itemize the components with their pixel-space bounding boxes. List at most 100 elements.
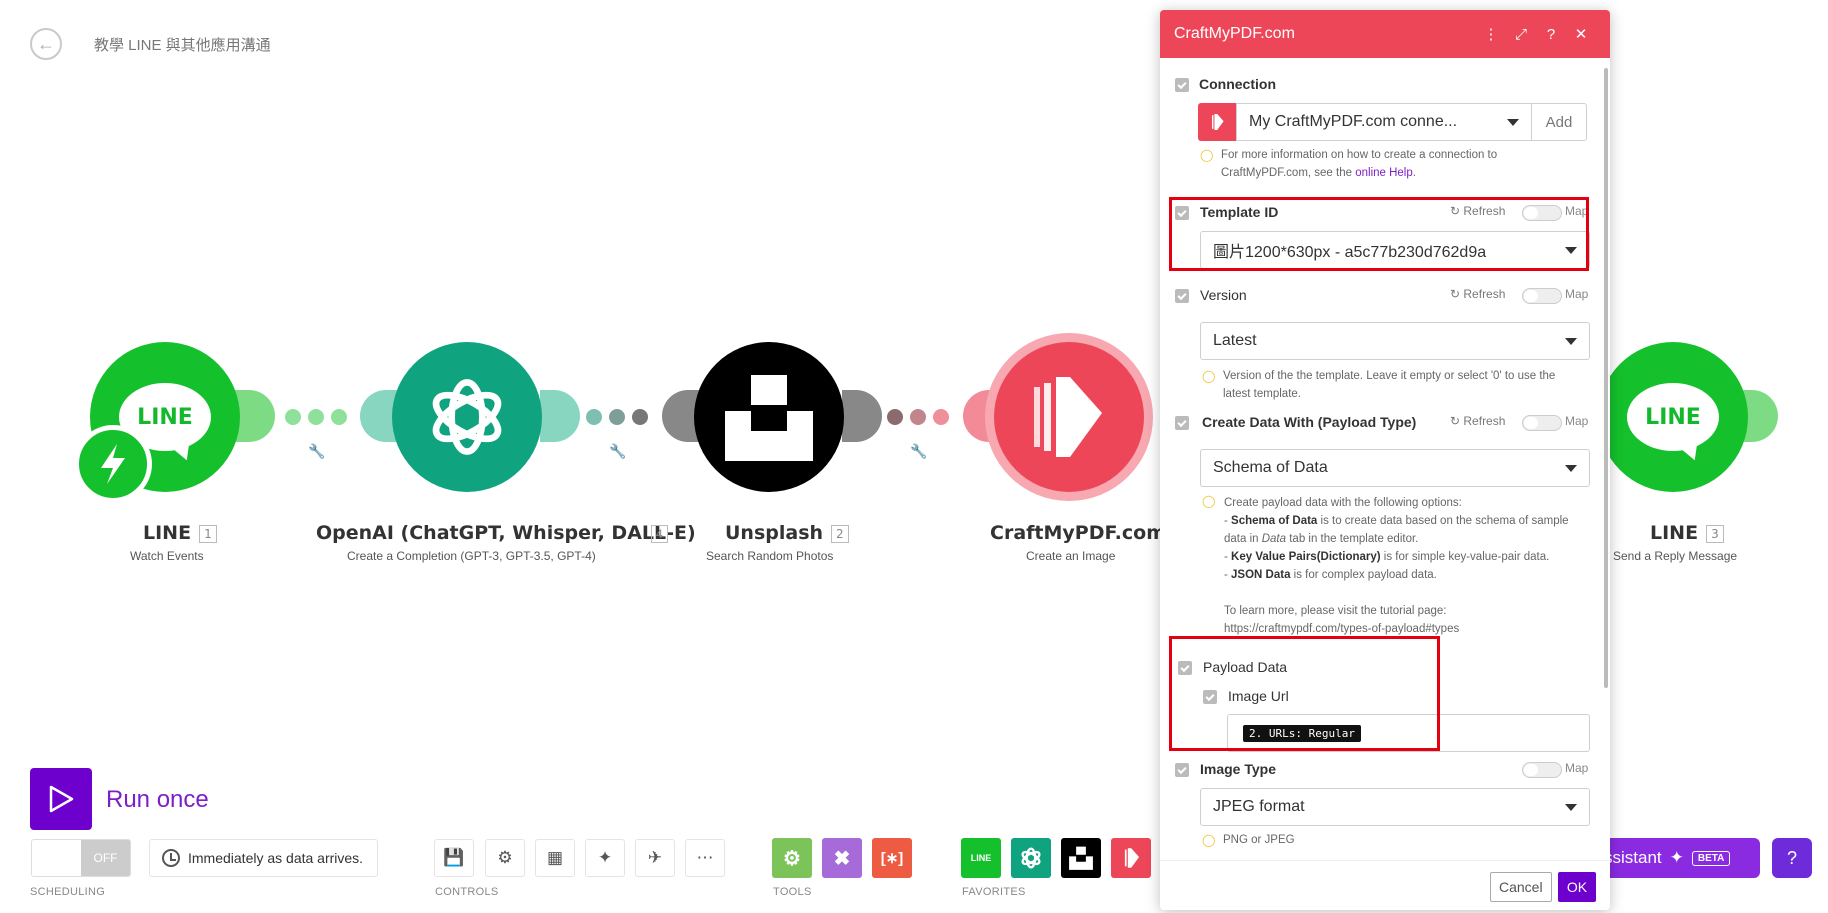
connection-hint: For more information on how to create a … xyxy=(1221,149,1498,179)
line-module-send-reply[interactable]: LINE xyxy=(1598,342,1748,492)
template-id-select[interactable]: 圖片1200*630px - a5c77b230d762d9a xyxy=(1200,231,1590,269)
module-name: LINE 3 xyxy=(1650,522,1724,544)
map-label: Map xyxy=(1565,761,1589,775)
mapped-variable-pill[interactable]: 2. URLs: Regular xyxy=(1243,725,1361,742)
favorite-openai-icon[interactable] xyxy=(1011,838,1051,878)
module-name: LINE 1 xyxy=(143,522,217,544)
json-brackets-icon[interactable]: [∗] xyxy=(872,838,912,878)
flow-control-gear-icon[interactable]: ⚙ xyxy=(772,838,812,878)
schedule-setting[interactable]: Immediately as data arrives. xyxy=(149,839,379,877)
help-icon[interactable]: ? xyxy=(1536,26,1566,43)
map-toggle[interactable] xyxy=(1522,205,1562,221)
dialog-title: CraftMyPDF.com xyxy=(1174,25,1295,42)
connector-dot xyxy=(910,409,926,425)
connector-dot xyxy=(586,409,602,425)
version-refresh-button[interactable]: ↻ Refresh xyxy=(1450,287,1505,301)
payload-type-refresh-button[interactable]: ↻ Refresh xyxy=(1450,414,1505,428)
module-subtitle: Watch Events xyxy=(130,549,204,563)
template-refresh-button[interactable]: ↻ Refresh xyxy=(1450,204,1505,218)
unsplash-logo-icon xyxy=(725,375,813,461)
map-toggle[interactable] xyxy=(1522,415,1562,431)
wrench-icon[interactable]: 🔧 xyxy=(910,443,927,460)
save-icon[interactable]: 💾 xyxy=(434,839,474,877)
close-icon[interactable]: ✕ xyxy=(1566,25,1596,43)
toggle-off-label: OFF xyxy=(81,840,130,876)
module-number: 4 xyxy=(651,525,668,543)
favorite-craftmypdf-icon[interactable] xyxy=(1111,838,1151,878)
ai-assistant-button[interactable]: ssistant ✦ BETA xyxy=(1592,838,1760,878)
unsplash-module[interactable] xyxy=(694,342,844,492)
craftmypdf-logo-icon xyxy=(1034,377,1102,457)
image-type-select[interactable]: JPEG format xyxy=(1200,788,1590,826)
chevron-down-icon xyxy=(1565,465,1577,472)
notes-icon[interactable]: ▦ xyxy=(535,839,575,877)
payload-type-hint: Create payload data with the following o… xyxy=(1224,494,1584,638)
tutorial-url[interactable]: https://craftmypdf.com/types-of-payload#… xyxy=(1224,620,1584,638)
connector-dot xyxy=(887,409,903,425)
cancel-button[interactable]: Cancel xyxy=(1490,872,1552,902)
run-once-button[interactable] xyxy=(30,768,92,830)
auto-align-wand-icon[interactable]: ✦ xyxy=(585,839,625,877)
favorite-line-icon[interactable]: LINE xyxy=(961,838,1001,878)
wrench-icon[interactable]: 🔧 xyxy=(609,443,626,460)
map-toggle[interactable] xyxy=(1522,288,1562,304)
flow-control-plane-icon[interactable]: ✈ xyxy=(635,839,675,877)
connector-dot xyxy=(609,409,625,425)
lightbulb-icon: ◯ xyxy=(1202,833,1216,847)
chevron-down-icon xyxy=(1507,119,1519,126)
connection-select[interactable]: My CraftMyPDF.com conne... xyxy=(1236,103,1532,141)
connector-dot xyxy=(308,409,324,425)
ok-button[interactable]: OK xyxy=(1558,872,1596,902)
version-select[interactable]: Latest xyxy=(1200,322,1590,360)
map-label: Map xyxy=(1565,204,1589,218)
gear-icon[interactable]: ⚙ xyxy=(485,839,525,877)
module-connector-ear xyxy=(842,390,882,442)
image-type-label: Image Type xyxy=(1200,761,1276,777)
help-chat-icon[interactable]: ? xyxy=(1772,838,1812,878)
run-once-label[interactable]: Run once xyxy=(106,786,209,814)
dialog-body: Connection My CraftMyPDF.com conne... Ad… xyxy=(1160,58,1610,860)
online-help-link[interactable]: online Help xyxy=(1355,167,1413,179)
module-subtitle: Create a Completion (GPT-3, GPT-3.5, GPT… xyxy=(347,549,596,563)
connection-label: Connection xyxy=(1199,76,1276,92)
payload-type-label: Create Data With (Payload Type) xyxy=(1202,414,1417,430)
collapse-checkbox[interactable] xyxy=(1175,289,1189,303)
payload-type-select[interactable]: Schema of Data xyxy=(1200,449,1590,487)
scrollbar[interactable] xyxy=(1604,68,1608,688)
module-connector-ear xyxy=(235,390,275,442)
tools-cross-icon[interactable]: ✖ xyxy=(822,838,862,878)
more-icon[interactable]: ⋯ xyxy=(685,839,725,877)
collapse-checkbox[interactable] xyxy=(1203,690,1217,704)
connector-dot xyxy=(632,409,648,425)
sparkle-icon: ✦ xyxy=(1669,848,1684,867)
favorite-unsplash-icon[interactable] xyxy=(1061,838,1101,878)
collapse-checkbox[interactable] xyxy=(1175,78,1189,92)
trigger-bolt-icon xyxy=(74,425,152,503)
connector-dot xyxy=(933,409,949,425)
line-logo-icon: LINE xyxy=(1627,383,1719,451)
module-settings-dialog: CraftMyPDF.com ⋮ ⤢ ? ✕ Connection My Cra… xyxy=(1160,10,1610,910)
module-name: Unsplash 2 xyxy=(725,522,849,544)
collapse-checkbox[interactable] xyxy=(1175,763,1189,777)
connector-dot xyxy=(331,409,347,425)
map-toggle[interactable] xyxy=(1522,762,1562,778)
collapse-checkbox[interactable] xyxy=(1175,206,1189,220)
collapse-checkbox[interactable] xyxy=(1178,661,1192,675)
scheduling-label: SCHEDULING xyxy=(30,886,106,898)
craftmypdf-module[interactable] xyxy=(994,342,1144,492)
connector-dot xyxy=(285,409,301,425)
add-connection-button[interactable]: Add xyxy=(1531,103,1587,141)
image-url-label: Image Url xyxy=(1228,688,1289,704)
collapse-checkbox[interactable] xyxy=(1175,416,1189,430)
version-label: Version xyxy=(1200,287,1247,303)
openai-module[interactable] xyxy=(392,342,542,492)
play-icon xyxy=(49,785,74,813)
scenario-title: 教學 LINE 與其他應用溝通 xyxy=(94,37,271,54)
scheduling-toggle[interactable]: OFF xyxy=(31,839,131,877)
wrench-icon[interactable]: 🔧 xyxy=(308,443,325,460)
module-name: OpenAI (ChatGPT, Whisper, DALL-E) xyxy=(316,522,696,544)
controls-label: CONTROLS xyxy=(435,886,499,898)
back-arrow-icon[interactable]: ← xyxy=(30,28,62,60)
kebab-menu-icon[interactable]: ⋮ xyxy=(1476,25,1506,43)
expand-icon[interactable]: ⤢ xyxy=(1506,26,1536,43)
